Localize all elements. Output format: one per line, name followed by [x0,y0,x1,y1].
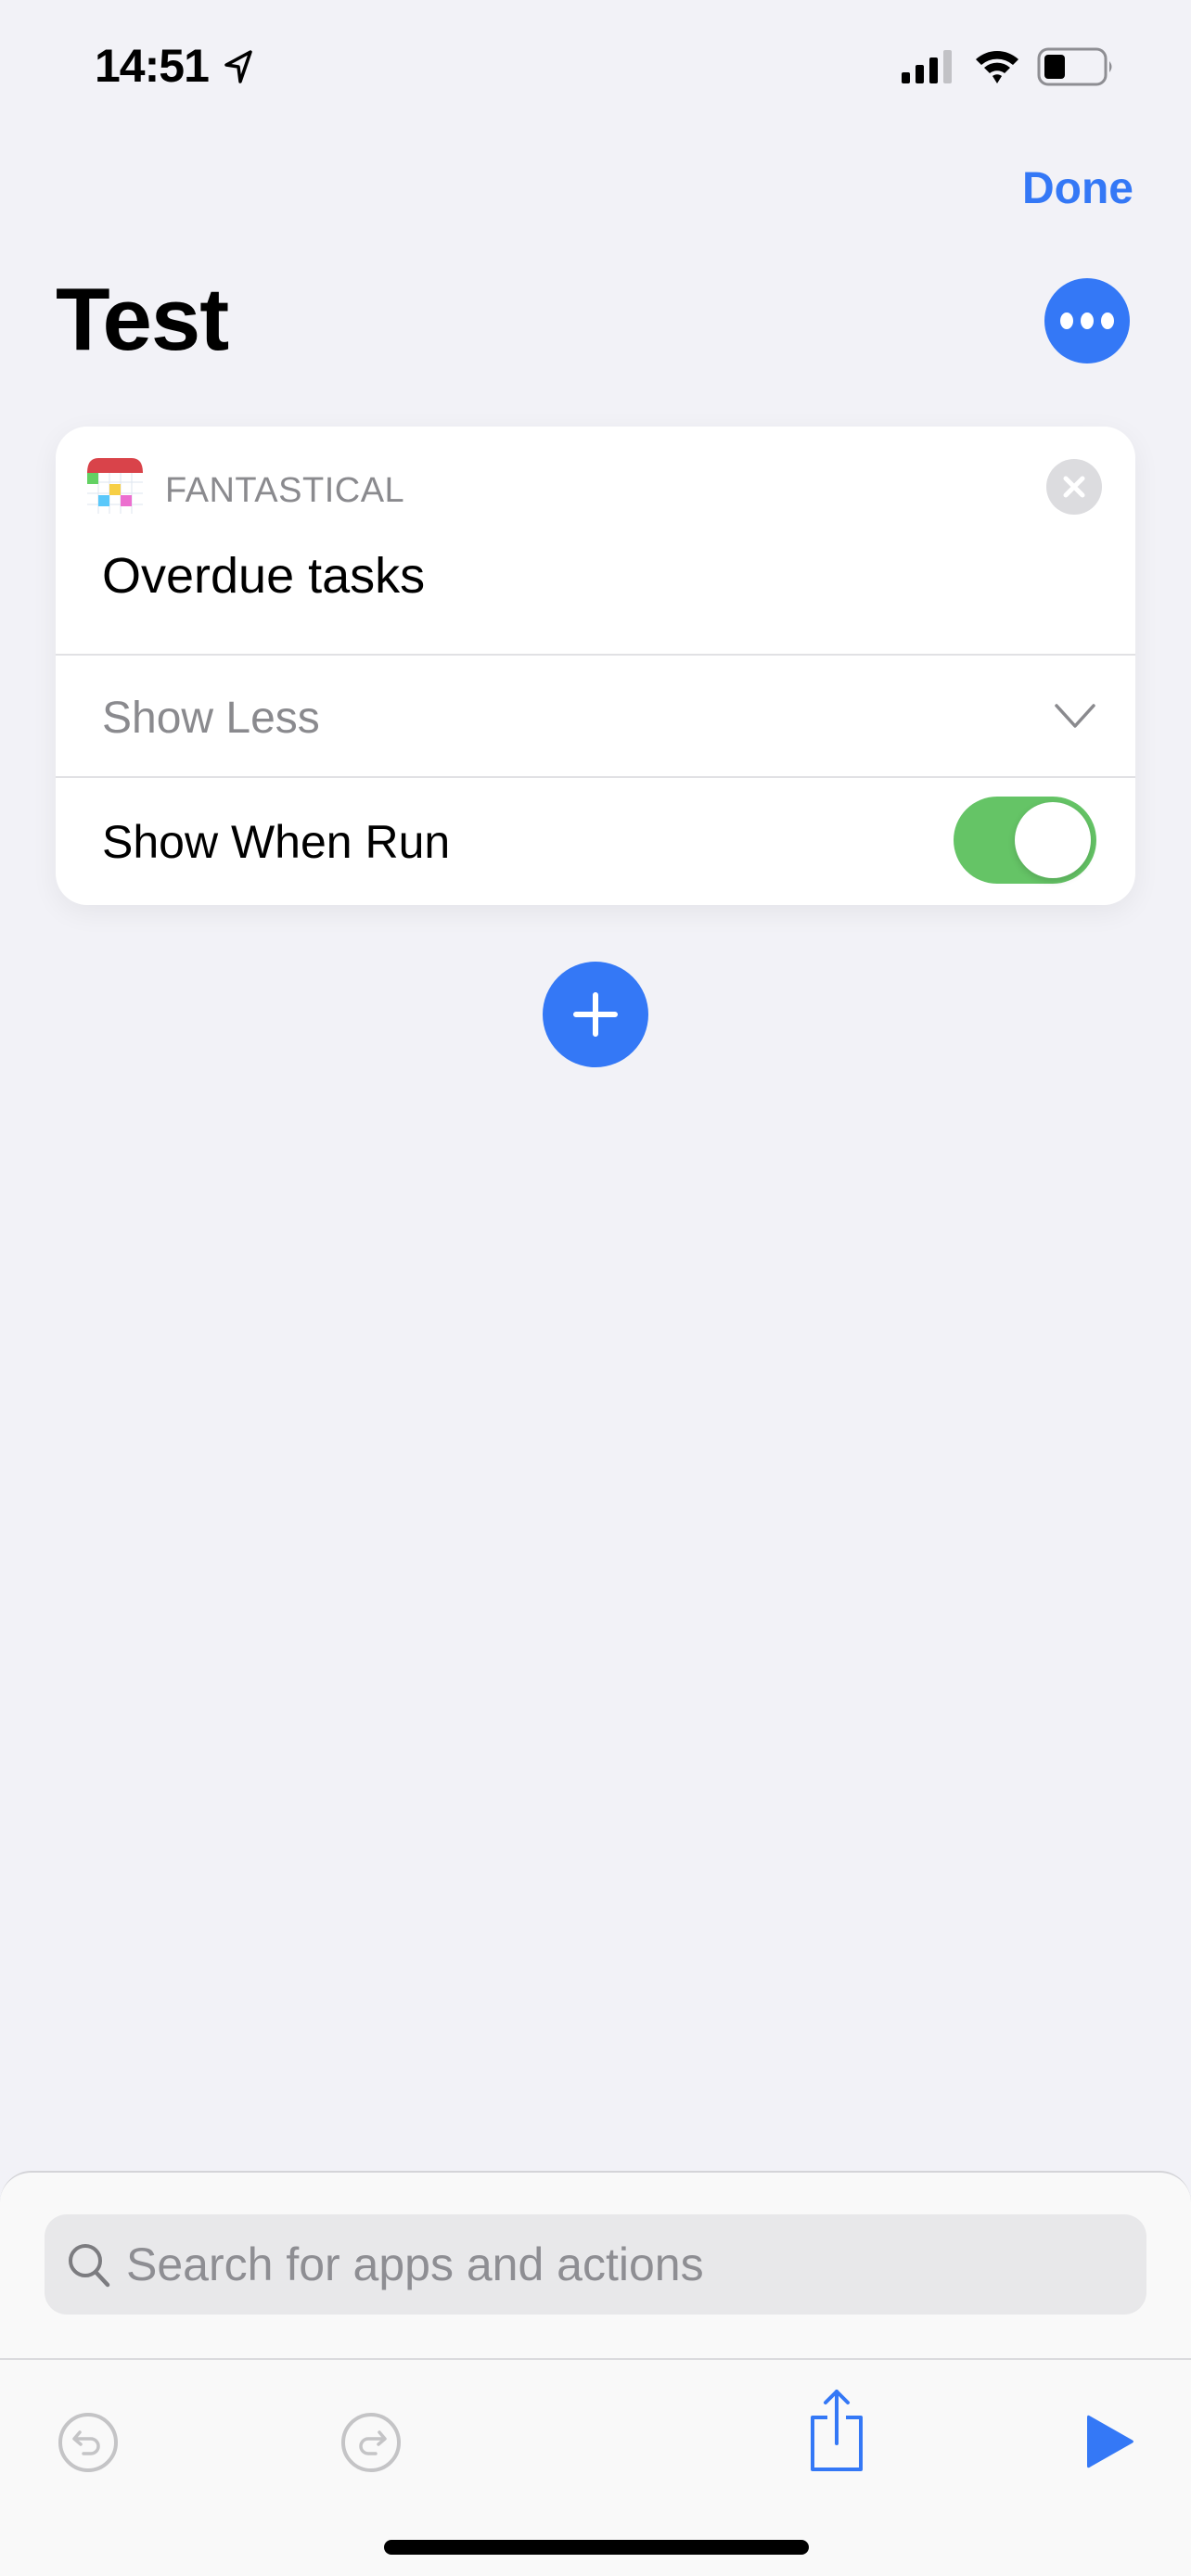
chevron-down-icon [1055,704,1095,728]
show-when-run-row: Show When Run [56,778,1135,905]
action-card: FANTASTICAL Overdue tasks Show Less Show… [56,427,1135,905]
app-name: FANTASTICAL [165,471,405,510]
toolbar [0,2360,1191,2499]
page-title: Test [56,270,229,369]
show-when-run-label: Show When Run [102,816,451,868]
remove-action-button[interactable] [1046,459,1102,515]
toggle-knob [1015,802,1091,878]
status-time: 14:51 [95,40,210,92]
ellipsis-icon [1060,312,1073,329]
fantastical-app-icon [87,458,143,514]
search-icon [69,2244,110,2288]
cellular-signal-icon [902,50,952,83]
more-button[interactable] [1044,278,1130,363]
status-bar: 14:51 [0,0,1191,139]
plus-icon [573,992,618,1037]
undo-icon[interactable] [56,2410,121,2475]
add-action-button[interactable] [543,962,648,1067]
search-field[interactable] [45,2214,1146,2315]
search-input[interactable] [126,2214,1128,2315]
share-icon[interactable] [807,2386,866,2475]
done-button[interactable]: Done [1022,163,1133,214]
battery-icon [1037,47,1112,86]
show-less-label: Show Less [102,694,320,743]
action-card-header[interactable]: FANTASTICAL Overdue tasks [56,427,1135,654]
show-when-run-toggle[interactable] [954,797,1096,884]
show-less-row[interactable]: Show Less [56,656,1135,776]
wifi-icon [976,51,1018,83]
close-icon [1063,476,1085,498]
action-title: Overdue tasks [102,548,426,604]
redo-icon[interactable] [339,2410,403,2475]
home-indicator[interactable] [384,2540,809,2555]
play-icon[interactable] [1083,2414,1135,2469]
bottom-sheet [0,2171,1191,2576]
location-arrow-icon [224,50,252,83]
